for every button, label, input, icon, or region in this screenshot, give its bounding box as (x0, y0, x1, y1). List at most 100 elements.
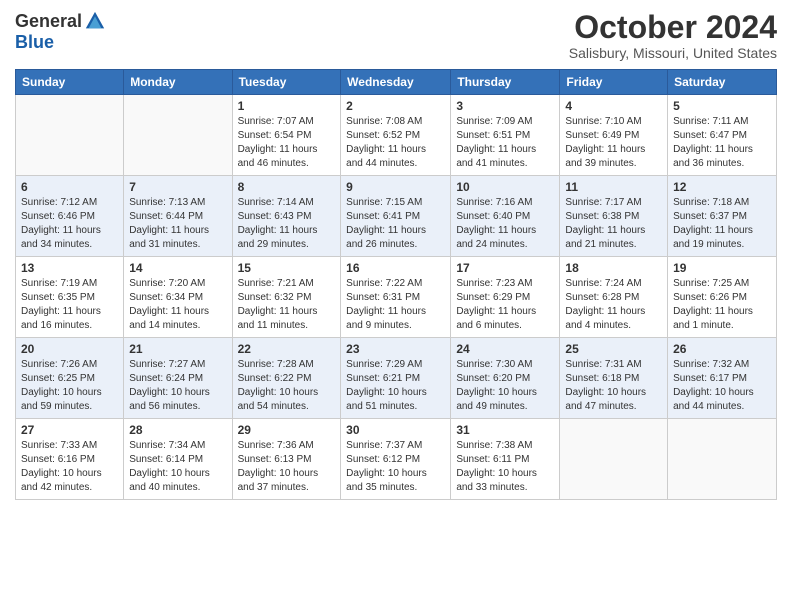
calendar-cell: 30 Sunrise: 7:37 AMSunset: 6:12 PMDayligh… (341, 419, 451, 500)
calendar-cell: 15 Sunrise: 7:21 AMSunset: 6:32 PMDayligh… (232, 257, 341, 338)
day-number: 13 (21, 261, 118, 275)
day-number: 1 (238, 99, 336, 113)
day-number: 22 (238, 342, 336, 356)
day-info: Sunrise: 7:36 AMSunset: 6:13 PMDaylight:… (238, 439, 336, 495)
day-info: Sunrise: 7:27 AMSunset: 6:24 PMDaylight:… (129, 358, 226, 414)
day-number: 30 (346, 423, 445, 437)
calendar-cell: 14 Sunrise: 7:20 AMSunset: 6:34 PMDayligh… (124, 257, 232, 338)
calendar-week-row: 6 Sunrise: 7:12 AMSunset: 6:46 PMDaylight… (16, 176, 777, 257)
day-info: Sunrise: 7:15 AMSunset: 6:41 PMDaylight:… (346, 196, 445, 252)
calendar-cell: 10 Sunrise: 7:16 AMSunset: 6:40 PMDayligh… (451, 176, 560, 257)
day-info: Sunrise: 7:29 AMSunset: 6:21 PMDaylight:… (346, 358, 445, 414)
weekday-header-friday: Friday (560, 70, 668, 95)
logo-blue-text: Blue (15, 32, 54, 52)
day-info: Sunrise: 7:30 AMSunset: 6:20 PMDaylight:… (456, 358, 554, 414)
calendar-cell: 28 Sunrise: 7:34 AMSunset: 6:14 PMDayligh… (124, 419, 232, 500)
day-info: Sunrise: 7:18 AMSunset: 6:37 PMDaylight:… (673, 196, 771, 252)
calendar-cell: 31Sunrise: 7:38 AMSunset: 6:11 PMDayligh… (451, 419, 560, 500)
calendar-cell: 25Sunrise: 7:31 AMSunset: 6:18 PMDayligh… (560, 338, 668, 419)
day-info: Sunrise: 7:11 AMSunset: 6:47 PMDaylight:… (673, 115, 771, 171)
day-number: 14 (129, 261, 226, 275)
day-number: 26 (673, 342, 771, 356)
weekday-header-sunday: Sunday (16, 70, 124, 95)
day-number: 23 (346, 342, 445, 356)
calendar-cell: 22 Sunrise: 7:28 AMSunset: 6:22 PMDayligh… (232, 338, 341, 419)
calendar-cell: 12 Sunrise: 7:18 AMSunset: 6:37 PMDayligh… (668, 176, 777, 257)
day-info: Sunrise: 7:28 AMSunset: 6:22 PMDaylight:… (238, 358, 336, 414)
calendar-cell: 3 Sunrise: 7:09 AMSunset: 6:51 PMDaylight… (451, 95, 560, 176)
day-number: 15 (238, 261, 336, 275)
day-info: Sunrise: 7:24 AMSunset: 6:28 PMDaylight:… (565, 277, 662, 333)
weekday-header-row: SundayMondayTuesdayWednesdayThursdayFrid… (16, 70, 777, 95)
logo: General Blue (15, 10, 106, 53)
calendar-week-row: 20Sunrise: 7:26 AMSunset: 6:25 PMDayligh… (16, 338, 777, 419)
calendar-cell (668, 419, 777, 500)
day-info: Sunrise: 7:25 AMSunset: 6:26 PMDaylight:… (673, 277, 771, 333)
day-info: Sunrise: 7:37 AMSunset: 6:12 PMDaylight:… (346, 439, 445, 495)
day-info: Sunrise: 7:19 AMSunset: 6:35 PMDaylight:… (21, 277, 118, 333)
day-number: 27 (21, 423, 118, 437)
weekday-header-wednesday: Wednesday (341, 70, 451, 95)
calendar-cell: 24 Sunrise: 7:30 AMSunset: 6:20 PMDayligh… (451, 338, 560, 419)
calendar-cell: 4Sunrise: 7:10 AMSunset: 6:49 PMDaylight… (560, 95, 668, 176)
calendar-cell (560, 419, 668, 500)
day-info: Sunrise: 7:34 AMSunset: 6:14 PMDaylight:… (129, 439, 226, 495)
calendar-cell: 19 Sunrise: 7:25 AMSunset: 6:26 PMDayligh… (668, 257, 777, 338)
weekday-header-saturday: Saturday (668, 70, 777, 95)
day-number: 16 (346, 261, 445, 275)
location: Salisbury, Missouri, United States (569, 45, 777, 61)
day-info: Sunrise: 7:12 AMSunset: 6:46 PMDaylight:… (21, 196, 118, 252)
day-number: 29 (238, 423, 336, 437)
calendar-cell: 9 Sunrise: 7:15 AMSunset: 6:41 PMDaylight… (341, 176, 451, 257)
day-number: 24 (456, 342, 554, 356)
calendar-week-row: 13 Sunrise: 7:19 AMSunset: 6:35 PMDayligh… (16, 257, 777, 338)
calendar-cell: 16Sunrise: 7:22 AMSunset: 6:31 PMDayligh… (341, 257, 451, 338)
day-info: Sunrise: 7:08 AMSunset: 6:52 PMDaylight:… (346, 115, 445, 171)
day-info: Sunrise: 7:09 AMSunset: 6:51 PMDaylight:… (456, 115, 554, 171)
calendar-cell: 26 Sunrise: 7:32 AMSunset: 6:17 PMDayligh… (668, 338, 777, 419)
day-info: Sunrise: 7:14 AMSunset: 6:43 PMDaylight:… (238, 196, 336, 252)
day-number: 19 (673, 261, 771, 275)
day-info: Sunrise: 7:33 AMSunset: 6:16 PMDaylight:… (21, 439, 118, 495)
calendar-cell: 6 Sunrise: 7:12 AMSunset: 6:46 PMDaylight… (16, 176, 124, 257)
day-number: 9 (346, 180, 445, 194)
day-number: 10 (456, 180, 554, 194)
day-info: Sunrise: 7:26 AMSunset: 6:25 PMDaylight:… (21, 358, 118, 414)
calendar-cell: 20Sunrise: 7:26 AMSunset: 6:25 PMDayligh… (16, 338, 124, 419)
calendar-cell: 29 Sunrise: 7:36 AMSunset: 6:13 PMDayligh… (232, 419, 341, 500)
day-number: 18 (565, 261, 662, 275)
day-number: 11 (565, 180, 662, 194)
calendar-cell: 2 Sunrise: 7:08 AMSunset: 6:52 PMDaylight… (341, 95, 451, 176)
weekday-header-thursday: Thursday (451, 70, 560, 95)
day-info: Sunrise: 7:23 AMSunset: 6:29 PMDaylight:… (456, 277, 554, 333)
day-number: 5 (673, 99, 771, 113)
day-number: 6 (21, 180, 118, 194)
day-info: Sunrise: 7:10 AMSunset: 6:49 PMDaylight:… (565, 115, 662, 171)
logo-general-text: General (15, 11, 82, 32)
calendar-cell: 11Sunrise: 7:17 AMSunset: 6:38 PMDayligh… (560, 176, 668, 257)
day-number: 28 (129, 423, 226, 437)
day-number: 31 (456, 423, 554, 437)
calendar-table: SundayMondayTuesdayWednesdayThursdayFrid… (15, 69, 777, 500)
day-info: Sunrise: 7:07 AMSunset: 6:54 PMDaylight:… (238, 115, 336, 171)
weekday-header-tuesday: Tuesday (232, 70, 341, 95)
calendar-cell: 21Sunrise: 7:27 AMSunset: 6:24 PMDayligh… (124, 338, 232, 419)
day-info: Sunrise: 7:13 AMSunset: 6:44 PMDaylight:… (129, 196, 226, 252)
calendar-cell: 5 Sunrise: 7:11 AMSunset: 6:47 PMDaylight… (668, 95, 777, 176)
day-info: Sunrise: 7:32 AMSunset: 6:17 PMDaylight:… (673, 358, 771, 414)
calendar-cell: 7 Sunrise: 7:13 AMSunset: 6:44 PMDaylight… (124, 176, 232, 257)
calendar-cell: 27 Sunrise: 7:33 AMSunset: 6:16 PMDayligh… (16, 419, 124, 500)
day-number: 2 (346, 99, 445, 113)
calendar-cell: 18 Sunrise: 7:24 AMSunset: 6:28 PMDayligh… (560, 257, 668, 338)
day-info: Sunrise: 7:21 AMSunset: 6:32 PMDaylight:… (238, 277, 336, 333)
calendar-cell: 17 Sunrise: 7:23 AMSunset: 6:29 PMDayligh… (451, 257, 560, 338)
day-number: 17 (456, 261, 554, 275)
day-number: 25 (565, 342, 662, 356)
day-number: 12 (673, 180, 771, 194)
day-info: Sunrise: 7:16 AMSunset: 6:40 PMDaylight:… (456, 196, 554, 252)
day-number: 3 (456, 99, 554, 113)
header: General Blue October 2024 Salisbury, Mis… (15, 10, 777, 61)
title-area: October 2024 Salisbury, Missouri, United… (569, 10, 777, 61)
day-info: Sunrise: 7:20 AMSunset: 6:34 PMDaylight:… (129, 277, 226, 333)
day-number: 7 (129, 180, 226, 194)
